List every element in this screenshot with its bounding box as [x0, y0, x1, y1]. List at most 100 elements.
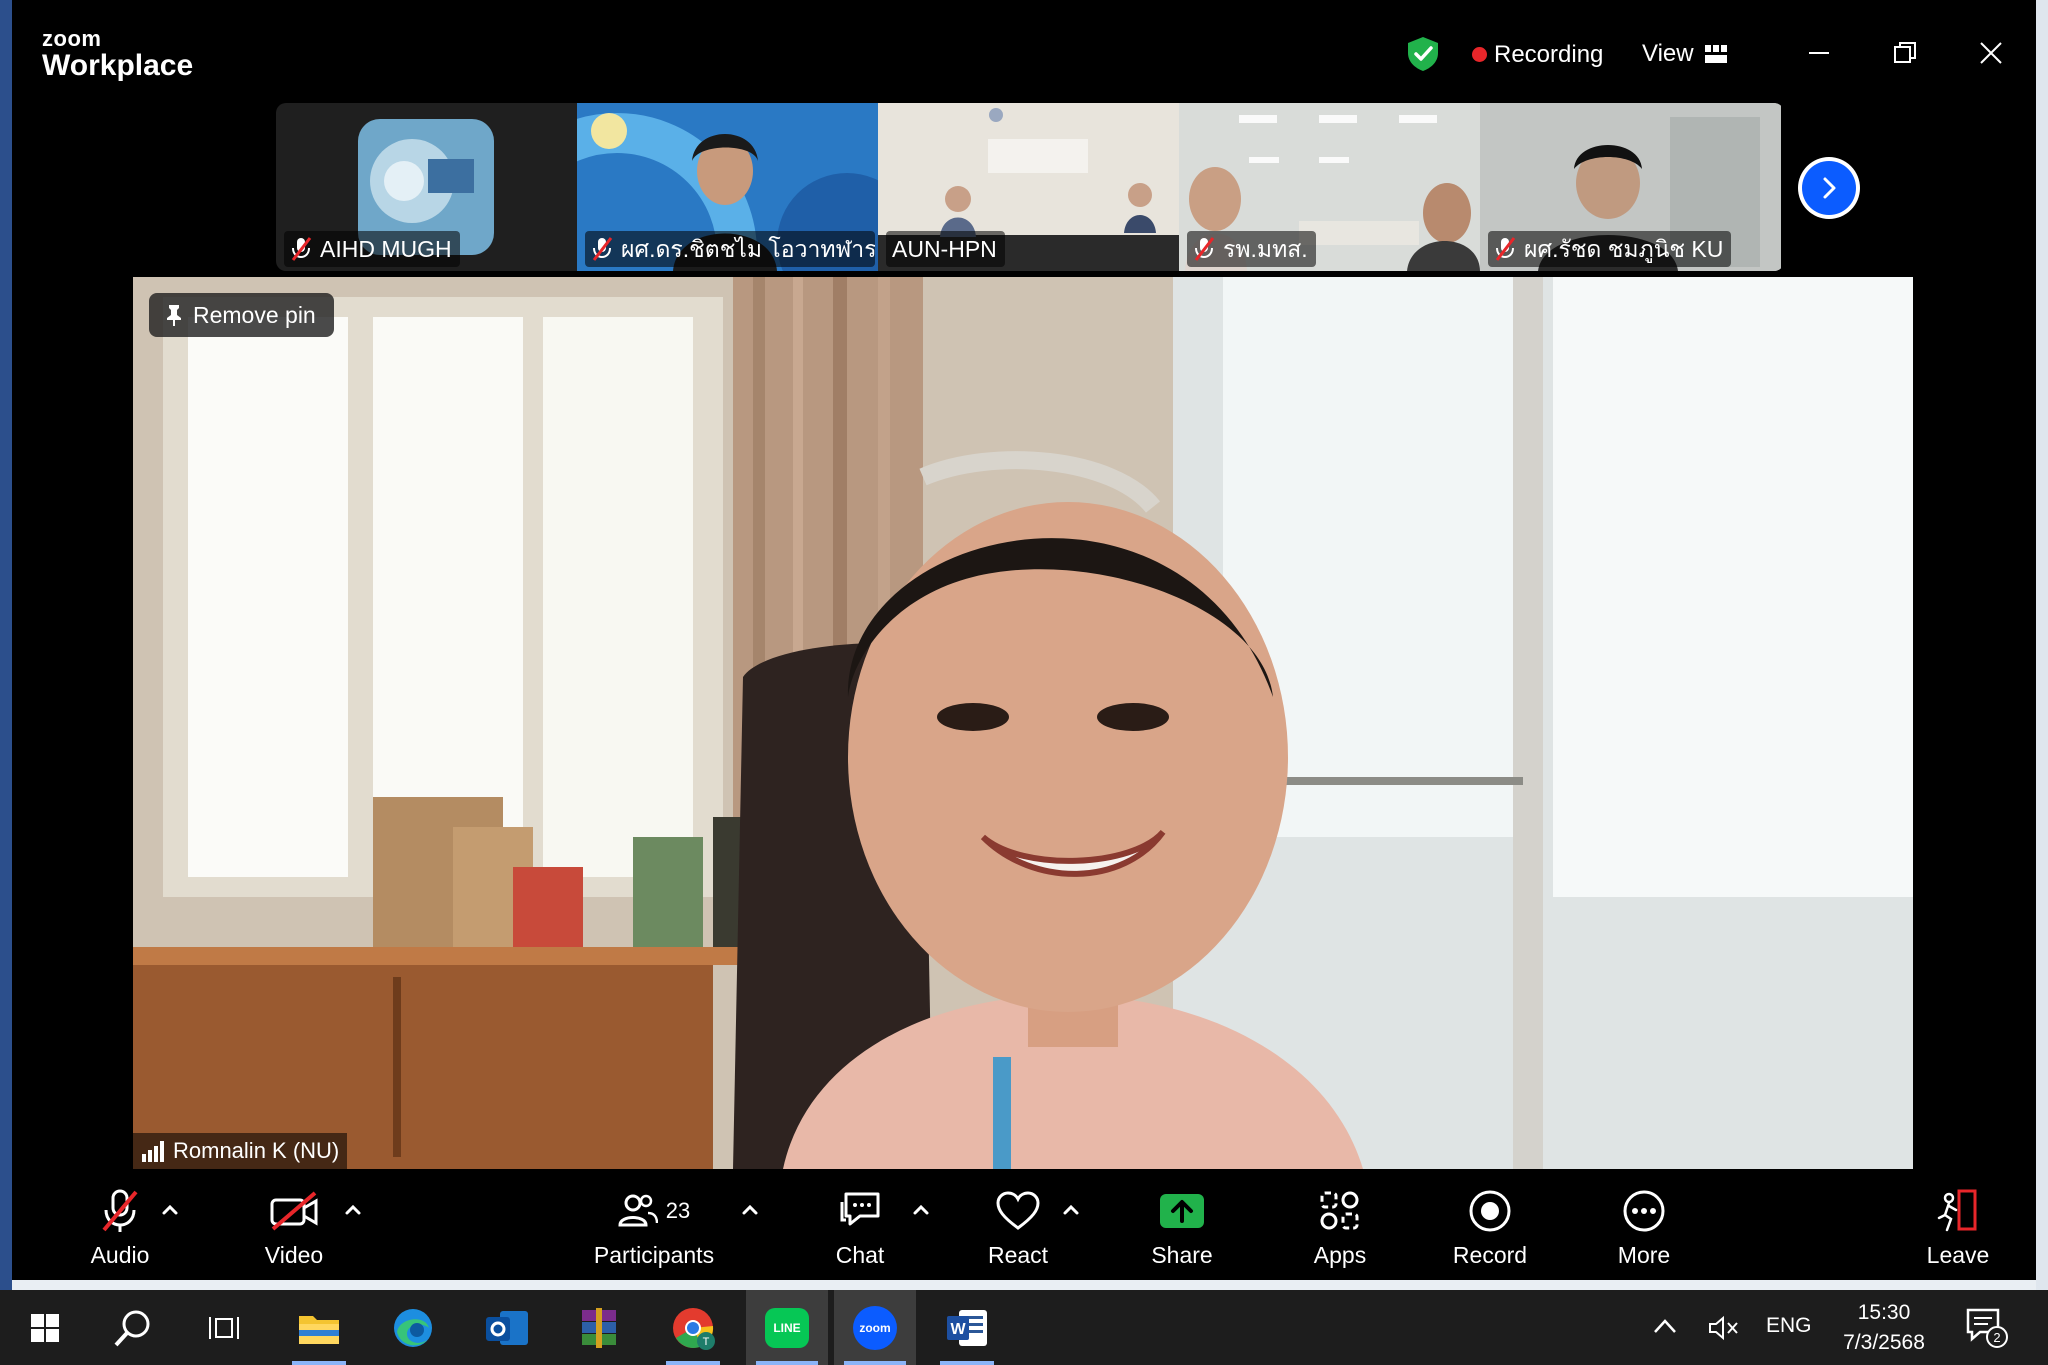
logo-workplace-text: Workplace: [42, 49, 194, 82]
taskbar-clock[interactable]: 15:30 7/3/2568: [1836, 1298, 1932, 1358]
video-options-chevron-up-icon[interactable]: [342, 1202, 364, 1218]
chrome-taskbar-item[interactable]: T: [656, 1290, 730, 1365]
zoom-taskbar-item[interactable]: zoom: [834, 1290, 916, 1365]
record-button[interactable]: Record: [1420, 1186, 1560, 1276]
chevron-right-icon: [1802, 161, 1856, 215]
clock-time: 15:30: [1857, 1301, 1911, 1324]
view-button[interactable]: View: [1642, 40, 1694, 68]
more-label: More: [1617, 1242, 1671, 1268]
heart-icon: [996, 1191, 1040, 1230]
input-language-indicator[interactable]: ENG: [1766, 1314, 1812, 1338]
participants-options-chevron-up-icon[interactable]: [739, 1202, 761, 1218]
task-view-icon: [209, 1316, 239, 1339]
left-window-edge: [0, 0, 12, 1290]
gallery-view-icon[interactable]: [1704, 44, 1728, 64]
mic-muted-icon: [1194, 237, 1215, 261]
chat-button[interactable]: Chat: [790, 1186, 930, 1276]
react-button[interactable]: React: [948, 1186, 1088, 1276]
react-label: React: [987, 1242, 1049, 1268]
remove-pin-label: Remove pin: [193, 301, 316, 328]
line-taskbar-item[interactable]: LINE: [746, 1290, 828, 1365]
participant-thumbnail[interactable]: รพ.มทส.: [1179, 103, 1480, 271]
video-off-icon: [270, 1191, 318, 1231]
restore-icon: [1894, 42, 1916, 63]
mic-muted-icon: [102, 1189, 138, 1232]
next-page-button[interactable]: [1798, 157, 1860, 219]
mic-muted-icon: [592, 237, 613, 261]
participant-thumbnail[interactable]: AUN-HPN: [878, 103, 1179, 271]
restore-button[interactable]: [1880, 30, 1930, 76]
participant-name-tag: ผศ.รัชด ชมภูนิช KU: [1488, 231, 1732, 267]
more-options-icon: [1623, 1190, 1665, 1232]
minimize-button[interactable]: [1794, 30, 1844, 76]
pinned-speaker-video[interactable]: Remove pin Romnalin K (NU): [133, 277, 1913, 1169]
participants-label: Participants: [593, 1242, 715, 1268]
encryption-shield-icon[interactable]: [1406, 36, 1440, 72]
recording-dot-icon: [1472, 47, 1487, 62]
chrome-icon: T: [673, 1307, 715, 1350]
participant-name: รพ.มทส.: [1223, 236, 1308, 262]
audio-label: Audio: [90, 1242, 150, 1268]
outlook-icon: [486, 1310, 528, 1345]
edge-icon: [394, 1308, 432, 1347]
share-button[interactable]: Share: [1112, 1186, 1252, 1276]
speaker-name-tag: Romnalin K (NU): [133, 1133, 348, 1169]
svg-text:T: T: [703, 1336, 710, 1348]
participants-icon: [618, 1194, 658, 1227]
clock-date: 7/3/2568: [1843, 1331, 1925, 1354]
participant-name: ผศ.รัชด ชมภูนิช KU: [1524, 236, 1724, 262]
search-icon: [114, 1310, 150, 1346]
mic-muted-icon: [1495, 237, 1516, 261]
react-options-chevron-up-icon[interactable]: [1060, 1202, 1082, 1218]
close-icon: [1980, 42, 2002, 64]
chat-label: Chat: [835, 1242, 885, 1268]
participant-name-tag: AUN-HPN: [886, 231, 1005, 267]
winrar-taskbar-item[interactable]: [562, 1290, 636, 1365]
participant-name-tag: รพ.มทส.: [1187, 231, 1316, 267]
pin-icon: [167, 305, 181, 326]
participant-thumbnail[interactable]: AIHD MUGH: [276, 103, 577, 271]
line-icon-label: LINE: [773, 1320, 801, 1335]
volume-muted-icon[interactable]: [1708, 1314, 1740, 1342]
participant-name: ผศ.ดร.ชิตชไม โอวาทฬาร...: [621, 236, 875, 262]
chat-options-chevron-up-icon[interactable]: [910, 1202, 932, 1218]
apps-label: Apps: [1313, 1242, 1367, 1268]
svg-text:W: W: [950, 1321, 966, 1338]
winrar-icon: [582, 1307, 616, 1348]
speaker-name: Romnalin K (NU): [173, 1138, 340, 1163]
remove-pin-button[interactable]: Remove pin: [149, 293, 334, 337]
leave-label: Leave: [1926, 1242, 1990, 1268]
participant-name: AUN-HPN: [892, 236, 997, 262]
participant-thumbnail[interactable]: ผศ.ดร.ชิตชไม โอวาทฬาร...: [577, 103, 878, 271]
more-button[interactable]: More: [1574, 1186, 1714, 1276]
participant-thumbnail[interactable]: ผศ.รัชด ชมภูนิช KU: [1480, 103, 1781, 271]
close-button[interactable]: [1966, 30, 2016, 76]
participant-thumbnail-strip: AIHD MUGH ผศ.ดร.ชิตชไม โอวาทฬาร... AUN-H…: [276, 103, 1784, 271]
audio-options-chevron-up-icon[interactable]: [159, 1202, 181, 1218]
leave-door-icon: [1937, 1189, 1977, 1232]
right-window-edge: [2036, 0, 2048, 1290]
participants-button[interactable]: 23 Participants: [584, 1186, 724, 1276]
zoom-workplace-logo: zoom Workplace: [42, 28, 193, 82]
leave-button[interactable]: Leave: [1888, 1186, 2028, 1276]
participant-name-tag: AIHD MUGH: [284, 231, 460, 267]
start-button[interactable]: [8, 1290, 82, 1365]
outlook-taskbar-item[interactable]: [470, 1290, 544, 1365]
notification-center-button[interactable]: 2: [1966, 1308, 2008, 1348]
audio-button[interactable]: Audio: [50, 1186, 190, 1276]
file-explorer-taskbar-item[interactable]: [282, 1290, 356, 1365]
line-icon: LINE: [765, 1307, 809, 1348]
show-hidden-icons-chevron-up-icon[interactable]: [1650, 1314, 1680, 1338]
edge-taskbar-item[interactable]: [376, 1290, 450, 1365]
zoom-meeting-window: zoom Workplace Recording View AIHD MUGH …: [12, 0, 2036, 1280]
task-view-button[interactable]: [188, 1290, 262, 1365]
file-explorer-icon: [299, 1315, 339, 1344]
recording-label[interactable]: Recording: [1494, 41, 1603, 69]
zoom-icon-label: zoom: [859, 1320, 891, 1335]
video-button[interactable]: Video: [224, 1186, 364, 1276]
word-taskbar-item[interactable]: W: [930, 1290, 1004, 1365]
apps-button[interactable]: Apps: [1270, 1186, 1410, 1276]
share-screen-icon: [1160, 1194, 1204, 1228]
record-icon: [1469, 1190, 1511, 1232]
taskbar-search-button[interactable]: [96, 1290, 170, 1365]
